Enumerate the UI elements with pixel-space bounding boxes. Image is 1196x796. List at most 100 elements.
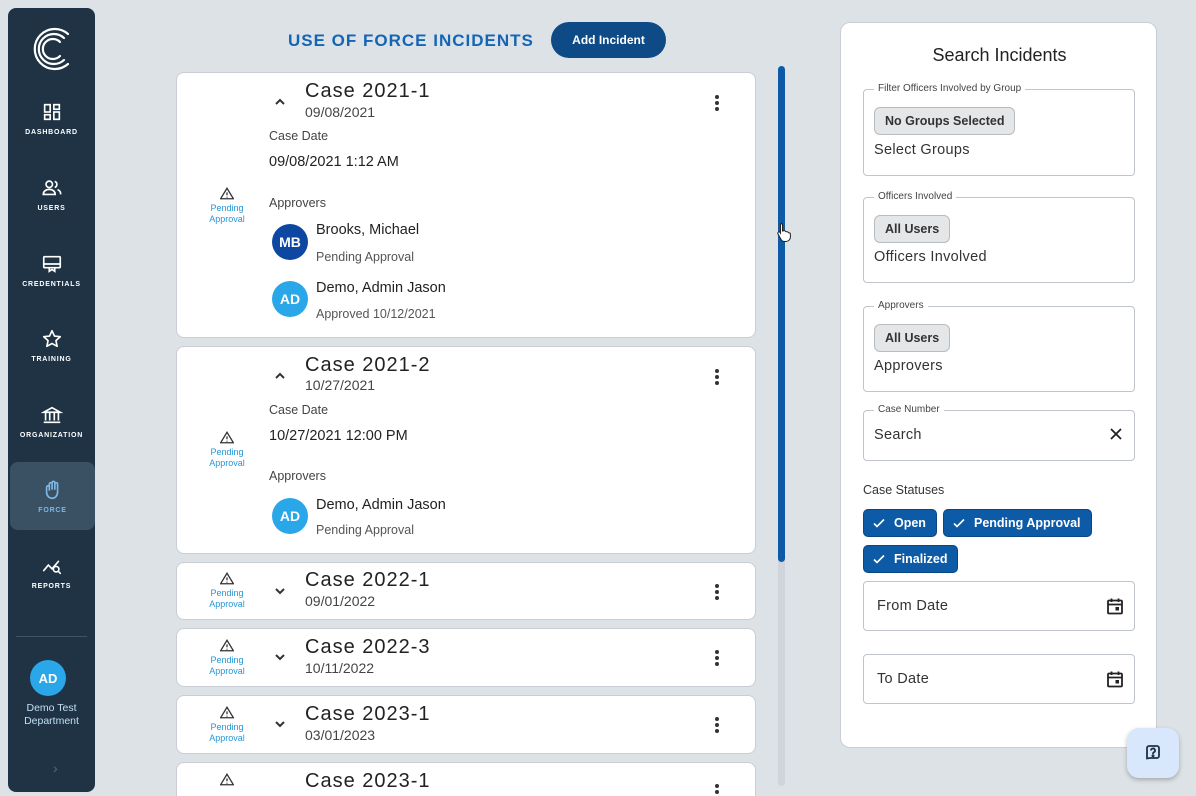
avatar[interactable]: AD [30,660,66,696]
approver-avatar: AD [272,498,308,534]
nav-force-label: FORCE [38,506,67,514]
status-chip-open[interactable]: Open [863,509,937,537]
more-options-icon[interactable] [715,650,719,668]
chevron-up-icon[interactable] [273,95,287,109]
warning-icon [220,706,234,719]
case-title: Case 2021-2 [305,354,431,376]
case-card[interactable]: Case 2023-1 [176,762,756,796]
warning-icon [220,187,234,200]
group-filter-field[interactable]: Filter Officers Involved by Group No Gro… [863,83,1135,176]
case-card[interactable]: Pending Approval Case 2022-1 09/01/2022 [176,562,756,620]
more-options-icon[interactable] [715,784,719,796]
warning-icon [220,572,234,585]
more-options-icon[interactable] [715,369,719,387]
warning-icon [220,431,234,444]
sidebar: DASHBOARD USERS CREDENTIALS TRAINING ORG… [8,8,95,792]
department-name: Demo Test Department [24,702,79,727]
help-button[interactable] [1127,728,1179,778]
search-panel: Search Incidents Filter Officers Involve… [840,22,1157,748]
approvers-chip[interactable]: All Users [874,324,951,352]
officers-chip[interactable]: All Users [874,215,951,243]
status-chip-pending[interactable]: Pending Approval [943,509,1092,537]
nav-users[interactable]: USERS [8,160,95,228]
group-chip[interactable]: No Groups Selected [874,107,1016,135]
nav-reports[interactable]: REPORTS [8,538,95,606]
case-date-label: Case Date [269,403,329,417]
case-status-label: Pending Approval [209,655,245,676]
add-incident-button[interactable]: Add Incident [551,22,666,58]
users-icon [41,179,62,195]
to-date-input[interactable]: To Date [877,671,929,687]
bank-icon [40,406,63,423]
chevron-right-icon[interactable]: › [53,760,58,776]
nav-credentials[interactable]: CREDENTIALS [8,236,95,304]
case-number-input[interactable]: Search [874,427,922,443]
case-date: 09/08/2021 [305,104,376,120]
scrollbar-thumb[interactable] [778,66,785,562]
approvers-field[interactable]: Approvers All Users Approvers [863,300,1135,392]
officers-legend: Officers Involved [874,191,957,202]
case-number-field[interactable]: Case Number Search [863,404,1135,461]
officers-placeholder: Officers Involved [874,249,987,265]
case-status-label: Pending Approval [209,588,245,609]
case-status-label: Pending Approval [209,722,245,743]
case-status: Pending Approval [197,706,257,744]
sidebar-divider [16,636,87,637]
case-title: Case 2022-1 [305,569,431,591]
case-number-legend: Case Number [874,404,944,415]
case-date-label: Case Date [269,129,329,143]
case-card[interactable]: Pending Approval Case 2023-1 03/01/2023 [176,695,756,754]
approver-status: Pending Approval [316,250,414,264]
case-title: Case 2023-1 [305,703,431,725]
chevron-up-icon[interactable] [273,369,287,383]
approver-avatar: MB [272,224,308,260]
chevron-down-icon[interactable] [273,717,287,731]
nav-training-label: TRAINING [31,355,72,363]
hand-icon [45,480,58,499]
case-card[interactable]: Pending Approval Case 2021-1 09/08/2021 … [176,72,756,338]
from-date-field[interactable]: From Date [863,581,1135,631]
nav-training[interactable]: TRAINING [8,311,95,379]
warning-icon [220,773,234,786]
chevron-down-icon[interactable] [273,650,287,664]
nav-credentials-label: CREDENTIALS [22,280,81,288]
case-status: Pending Approval [197,431,257,469]
calendar-icon[interactable] [1106,670,1124,688]
status-chip-finalized[interactable]: Finalized [863,545,959,573]
credentials-icon [42,255,61,273]
page-title: USE OF FORCE INCIDENTS [288,31,534,50]
check-icon [873,518,885,528]
approvers-legend: Approvers [874,300,928,311]
case-title: Case 2021-1 [305,80,431,102]
more-options-icon[interactable] [715,717,719,735]
chevron-down-icon[interactable] [273,584,287,598]
officers-field[interactable]: Officers Involved All Users Officers Inv… [863,191,1135,283]
approver-name: Demo, Admin Jason [316,280,446,296]
case-date: 10/27/2021 [305,377,376,393]
to-date-field[interactable]: To Date [863,654,1135,704]
case-date: 10/11/2022 [305,660,375,676]
more-options-icon[interactable] [715,95,719,113]
nav-users-label: USERS [37,204,66,212]
case-statuses-label: Case Statuses [863,483,945,497]
check-icon [953,518,965,528]
approver-avatar: AD [272,281,308,317]
nav-dashboard[interactable]: DASHBOARD [8,84,95,152]
case-date-value: 10/27/2021 12:00 PM [269,428,408,444]
search-panel-title: Search Incidents [932,45,1067,65]
case-card[interactable]: Pending Approval Case 2022-3 10/11/2022 [176,628,756,687]
close-icon[interactable] [1108,426,1124,442]
nav-organization[interactable]: ORGANIZATION [8,387,95,455]
warning-icon [220,639,234,652]
calendar-icon[interactable] [1106,597,1124,615]
from-date-input[interactable]: From Date [877,598,948,614]
case-status: Pending Approval [197,572,257,610]
case-date: 09/01/2022 [305,593,376,609]
case-card[interactable]: Pending Approval Case 2021-2 10/27/2021 … [176,346,756,554]
logo[interactable] [28,20,76,78]
more-options-icon[interactable] [715,584,719,602]
group-filter-legend: Filter Officers Involved by Group [874,83,1026,94]
approver-status: Pending Approval [316,523,414,537]
nav-organization-label: ORGANIZATION [19,431,84,439]
nav-force[interactable]: FORCE [10,462,95,530]
